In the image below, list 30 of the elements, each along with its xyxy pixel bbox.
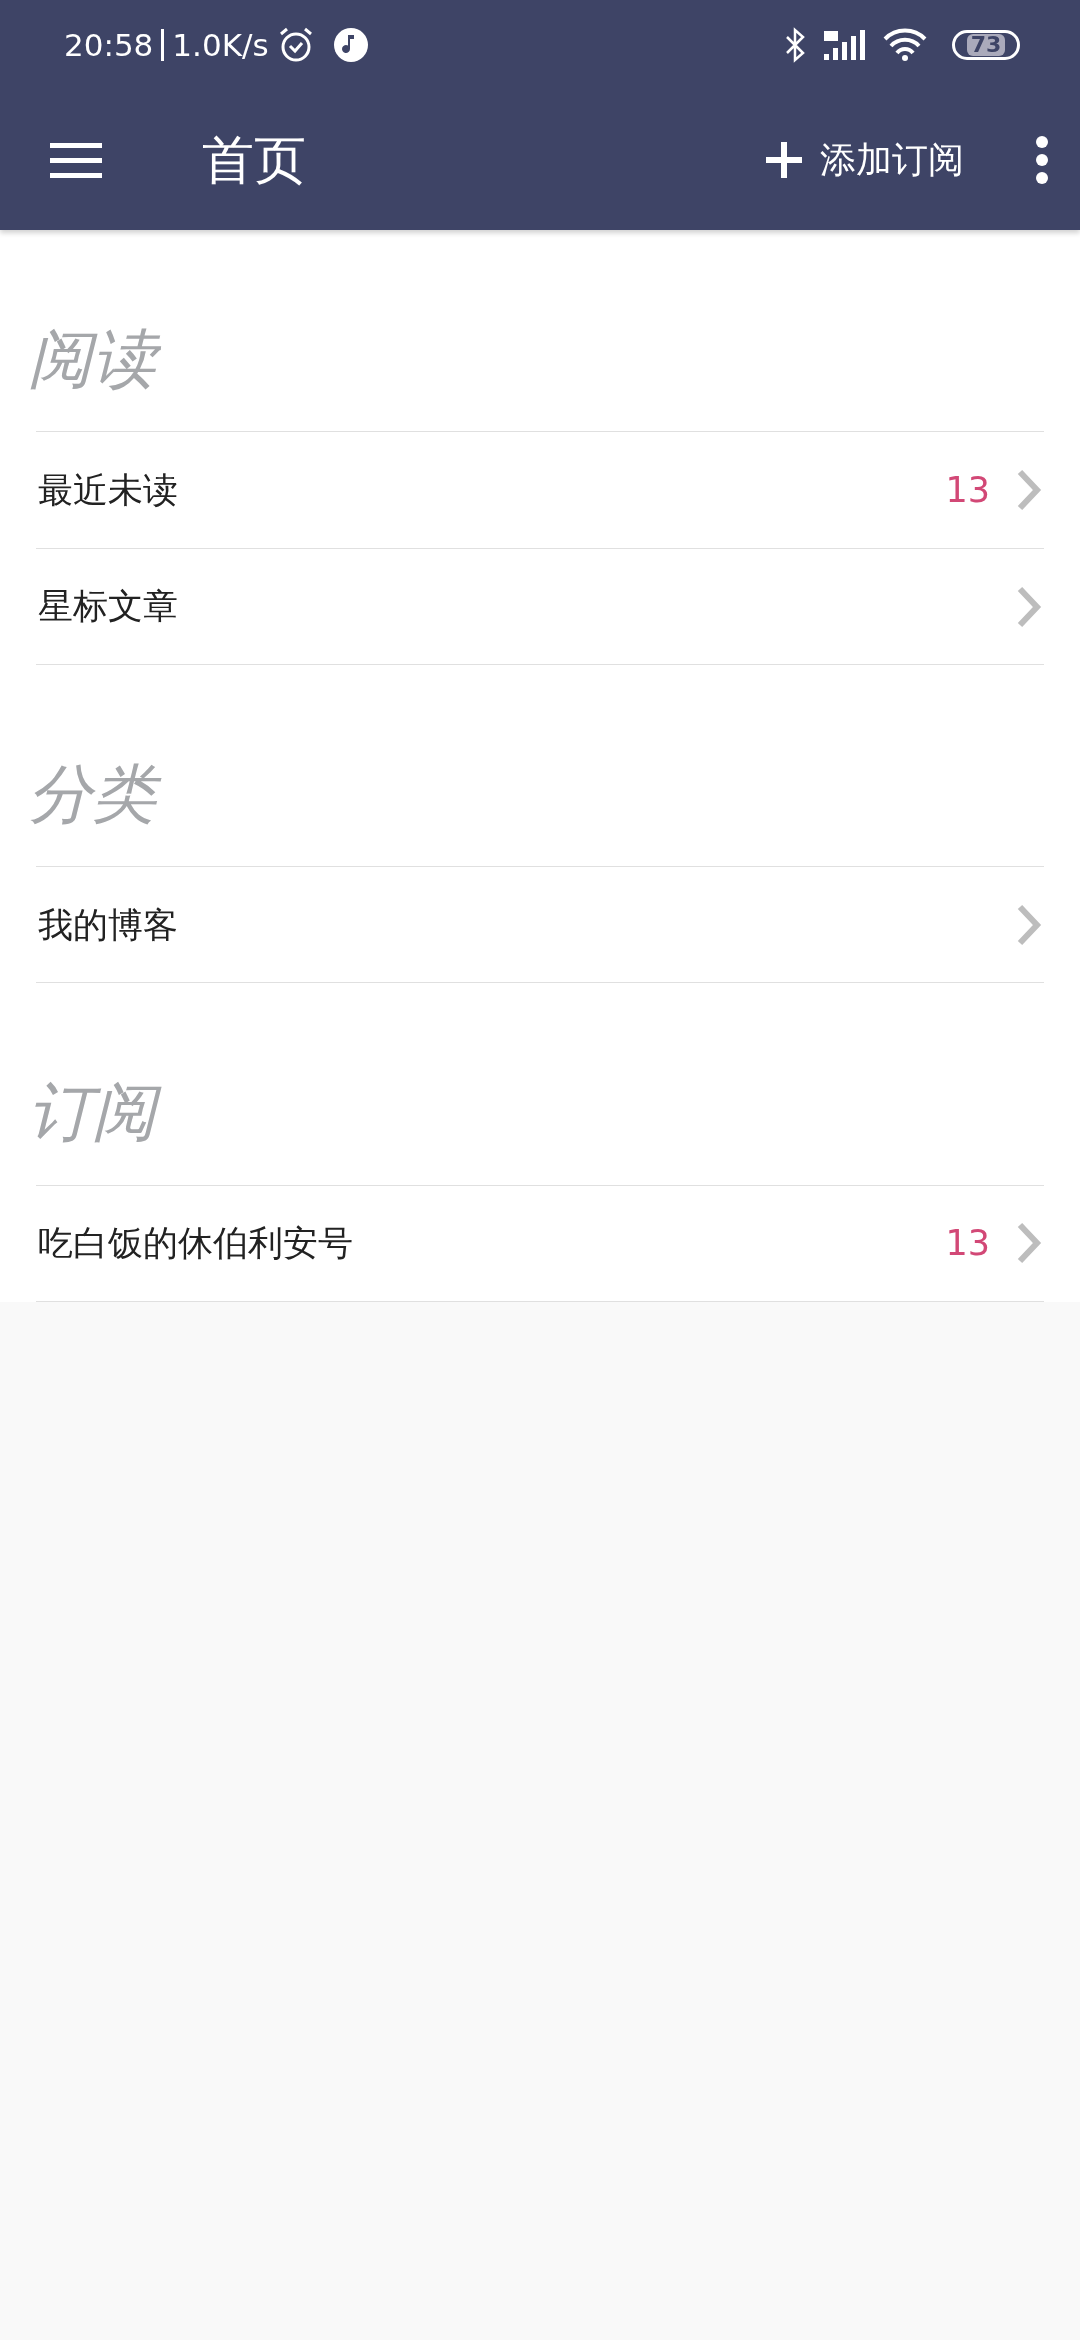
item-label: 我的博客 (38, 903, 178, 947)
clock-time: 20:58 (64, 25, 154, 65)
item-label: 吃白饭的休伯利安号 (38, 1221, 353, 1265)
menu-icon[interactable] (50, 141, 102, 179)
section-heading: 分类 (24, 753, 170, 837)
unread-count: 13 (945, 1221, 990, 1265)
plus-icon (764, 140, 804, 180)
chevron-right-icon (1016, 1222, 1042, 1265)
item-label: 最近未读 (38, 468, 178, 512)
section-heading: 阅读 (24, 318, 170, 402)
music-note-icon (332, 27, 369, 63)
chevron-right-icon (1016, 585, 1042, 628)
unread-count: 13 (945, 468, 990, 512)
chevron-right-icon (1016, 903, 1042, 946)
list-item[interactable]: 我的博客 (36, 866, 1044, 984)
network-speed: 1.0K/s (172, 25, 269, 65)
item-label: 星标文章 (38, 585, 178, 629)
more-options-icon[interactable] (1034, 136, 1050, 184)
list-item[interactable]: 最近未读 13 (36, 431, 1044, 549)
chevron-right-icon (1016, 469, 1042, 512)
wifi-icon (882, 27, 928, 63)
section-heading: 订阅 (24, 1071, 170, 1155)
page-title: 首页 (202, 129, 306, 192)
list-item[interactable]: 吃白饭的休伯利安号 13 (36, 1184, 1044, 1302)
battery-icon: 73 (952, 30, 1020, 60)
bluetooth-icon (784, 27, 806, 63)
list-item[interactable]: 星标文章 (36, 548, 1044, 666)
separator-bar (161, 29, 165, 61)
signal-icon (822, 28, 866, 62)
add-subscription-button[interactable]: 添加订阅 (764, 133, 964, 187)
